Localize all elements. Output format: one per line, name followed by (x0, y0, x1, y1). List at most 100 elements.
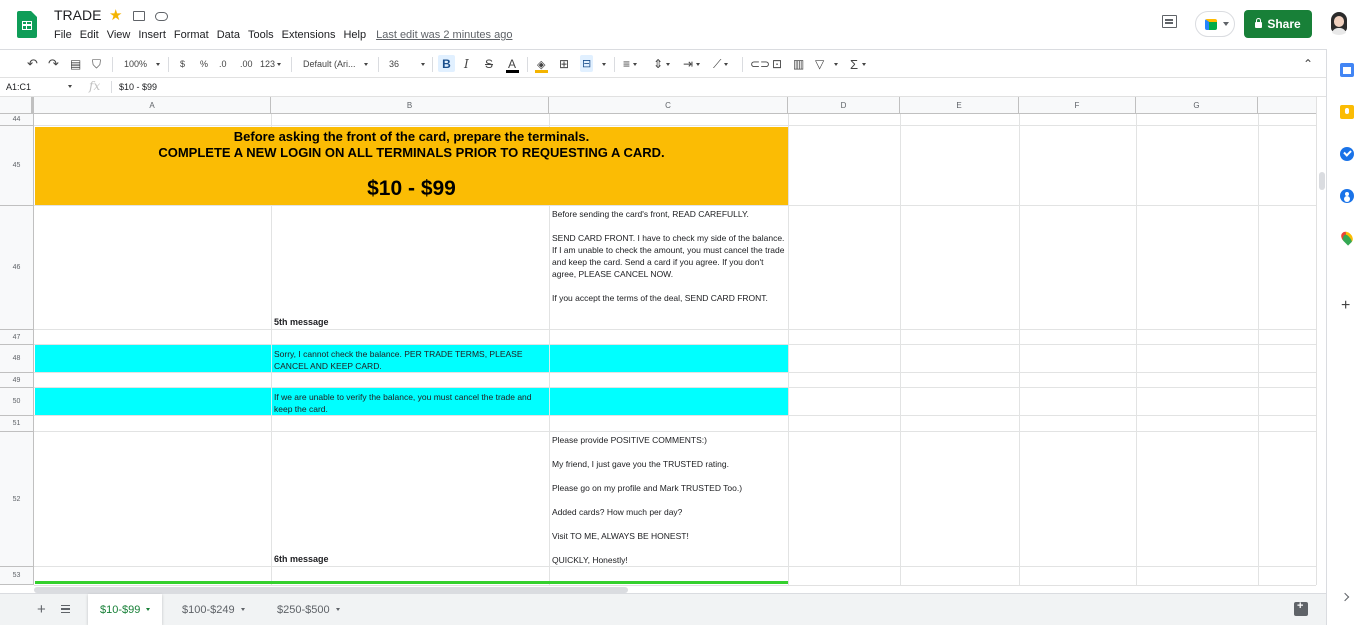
fill-color-icon[interactable]: ◈ (535, 57, 548, 73)
collapse-toolbar-icon[interactable]: ⌃ (1303, 57, 1313, 71)
row-header-52[interactable]: 52 (0, 432, 34, 567)
functions-icon[interactable]: Σ (850, 57, 867, 72)
column-header-b[interactable]: B (271, 97, 549, 113)
menu-data[interactable]: Data (217, 29, 240, 41)
avatar[interactable] (1327, 11, 1351, 35)
contacts-icon[interactable] (1340, 189, 1354, 203)
select-all-corner[interactable] (0, 97, 34, 113)
insert-comment-icon[interactable]: ⊡ (772, 57, 782, 71)
row-header-49[interactable]: 49 (0, 373, 34, 388)
row-header-51[interactable]: 51 (0, 416, 34, 432)
add-sheet-icon[interactable]: + (37, 601, 46, 618)
merged-header-cell[interactable]: Before asking the front of the card, pre… (35, 127, 788, 205)
name-box[interactable]: A1:C1 (6, 82, 76, 92)
chevron-down-icon (1223, 22, 1229, 26)
row-header-50[interactable]: 50 (0, 388, 34, 416)
merge-cells-icon[interactable]: ⊟ (580, 55, 594, 72)
document-title[interactable]: TRADE (54, 7, 101, 23)
add-addon-icon[interactable]: + (1341, 297, 1350, 315)
chevron-right-icon[interactable] (1340, 592, 1350, 602)
bold-button[interactable]: B (438, 55, 455, 72)
increase-decimal-button[interactable]: .00 (240, 57, 253, 71)
filter-icon[interactable]: ▽ (815, 57, 824, 71)
row-header-47[interactable]: 47 (0, 330, 34, 345)
italic-button[interactable]: I (464, 57, 469, 71)
font-family-select[interactable]: Default (Ari... (303, 57, 368, 71)
currency-format-button[interactable]: $ (180, 57, 185, 71)
sheet-tab-10-99[interactable]: $10-$99 (88, 594, 163, 625)
share-button[interactable]: Share (1244, 10, 1312, 38)
sheets-logo-icon[interactable] (17, 11, 37, 38)
column-header-g[interactable]: G (1136, 97, 1258, 113)
decrease-decimal-button[interactable]: .0 (219, 57, 227, 71)
star-icon[interactable]: ★ (109, 6, 122, 24)
redo-icon[interactable]: ↷ (48, 56, 59, 71)
meet-button[interactable] (1195, 11, 1235, 37)
paint-format-icon[interactable]: ⛉ (92, 57, 101, 71)
comments-icon[interactable] (1162, 15, 1177, 28)
message-label-6th[interactable]: 6th message (274, 554, 329, 564)
zoom-select[interactable]: 100% (124, 57, 161, 71)
sheet-tab-100-249[interactable]: $100-$249 (170, 594, 257, 625)
message-body-6th[interactable]: Please provide POSITIVE COMMENTS:) My fr… (552, 434, 787, 566)
tasks-icon[interactable] (1340, 147, 1354, 161)
horizontal-align-icon[interactable]: ≡ (623, 57, 638, 71)
column-header-c[interactable]: C (549, 97, 788, 113)
menu-format[interactable]: Format (174, 29, 209, 41)
menu-edit[interactable]: Edit (80, 29, 99, 41)
vertical-scrollbar[interactable] (1316, 97, 1326, 585)
menu-file[interactable]: File (54, 29, 72, 41)
borders-icon[interactable]: ⊞ (559, 57, 569, 71)
menu-view[interactable]: View (107, 29, 131, 41)
text-color-label: A (508, 57, 517, 71)
column-header-d[interactable]: D (788, 97, 900, 113)
menu-extensions[interactable]: Extensions (282, 29, 336, 41)
cloud-status-icon[interactable] (155, 12, 168, 21)
row-header-45[interactable]: 45 (0, 126, 34, 206)
strikethrough-button[interactable]: S (485, 57, 493, 71)
move-folder-icon[interactable] (133, 11, 145, 21)
menu-help[interactable]: Help (343, 29, 366, 41)
message-body-5th[interactable]: Before sending the card's front, READ CA… (552, 208, 787, 304)
row-header-44[interactable]: 44 (0, 114, 34, 126)
verify-notice-cell[interactable]: If we are unable to verify the balance, … (274, 391, 544, 415)
insert-link-icon[interactable]: ⊂⊃ (750, 57, 770, 71)
more-formats-button[interactable]: 123 (260, 57, 282, 71)
merge-type-dropdown[interactable] (600, 57, 606, 71)
text-wrapping-icon[interactable]: ⇥ (683, 57, 701, 71)
filter-views-dropdown[interactable] (832, 57, 838, 71)
message-label-5th[interactable]: 5th message (274, 317, 329, 327)
text-color-button[interactable]: A (506, 57, 519, 73)
formula-input[interactable]: $10 - $99 (119, 82, 157, 92)
row-header-53[interactable]: 53 (0, 567, 34, 585)
lock-icon (1255, 18, 1263, 28)
maps-icon[interactable] (1338, 229, 1356, 246)
print-icon[interactable]: ▤ (70, 57, 81, 71)
horizontal-scrollbar[interactable] (34, 585, 1316, 593)
spreadsheet-grid[interactable]: A B C D E F G 44 45 46 47 48 49 50 51 52… (0, 97, 1316, 585)
row-header-48[interactable]: 48 (0, 345, 34, 373)
sheet-tab-label: $250-$500 (277, 603, 330, 616)
header-instruction-line1: Before asking the front of the card, pre… (233, 129, 590, 144)
column-header-f[interactable]: F (1019, 97, 1136, 113)
cancel-notice-cell[interactable]: Sorry, I cannot check the balance. PER T… (274, 348, 544, 372)
undo-icon[interactable]: ↶ (27, 56, 38, 71)
menu-insert[interactable]: Insert (138, 29, 166, 41)
insert-chart-icon[interactable]: ▥ (793, 57, 804, 71)
vertical-scroll-thumb[interactable] (1319, 172, 1325, 190)
sheet-tab-250-500[interactable]: $250-$500 (265, 594, 352, 625)
percent-format-button[interactable]: % (200, 57, 208, 71)
row-header-46[interactable]: 46 (0, 206, 34, 330)
text-rotation-icon[interactable]: ⟋ (713, 57, 729, 71)
column-header-e[interactable]: E (900, 97, 1019, 113)
font-size-select[interactable]: 36 (389, 57, 426, 71)
menu-tools[interactable]: Tools (248, 29, 274, 41)
column-header-a[interactable]: A (34, 97, 271, 113)
vertical-align-icon[interactable]: ⇕ (653, 57, 671, 71)
font-family-value: Default (Ari... (303, 59, 356, 69)
explore-icon[interactable] (1294, 600, 1308, 616)
last-edit-link[interactable]: Last edit was 2 minutes ago (376, 29, 512, 41)
keep-icon[interactable] (1340, 105, 1354, 119)
calendar-icon[interactable] (1340, 63, 1354, 77)
all-sheets-icon[interactable] (61, 605, 70, 613)
